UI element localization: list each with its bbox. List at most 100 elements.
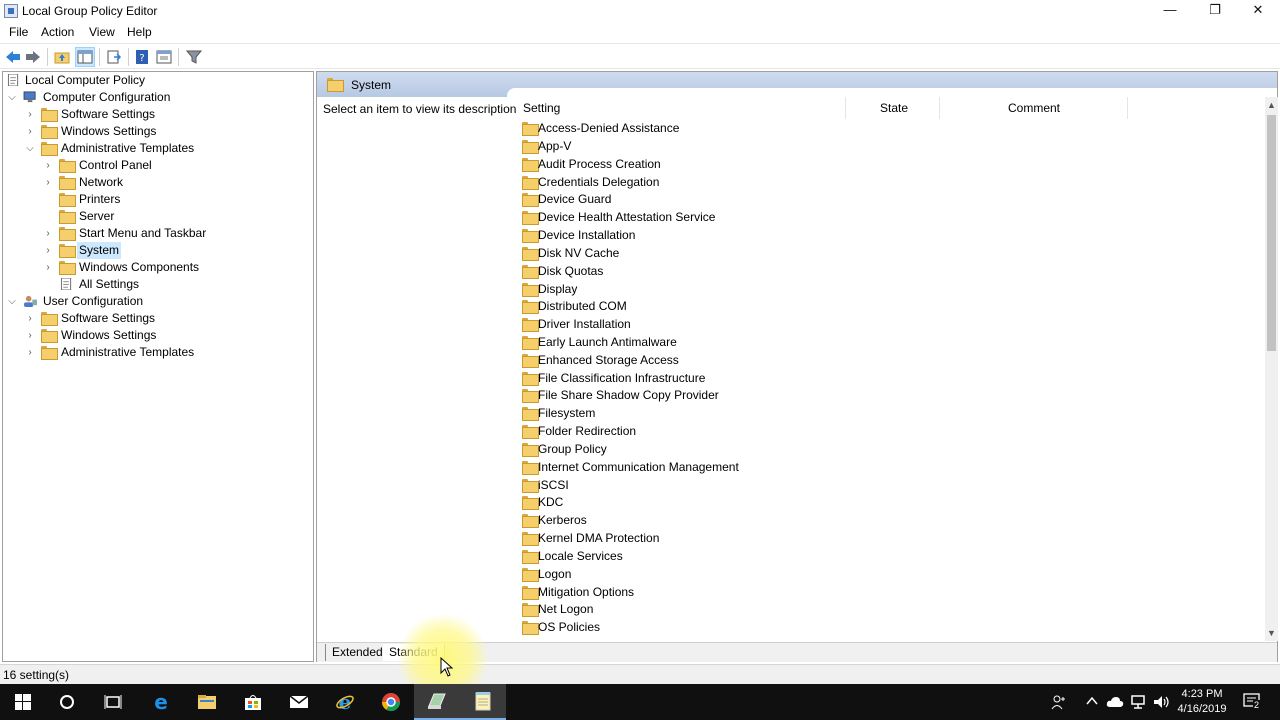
tree-item-user-configuration[interactable]: ⌵ User Configuration [3,293,313,310]
tree-item-control-panel[interactable]: › Control Panel [3,157,313,174]
help-icon[interactable]: ? [132,47,152,67]
cortana-icon[interactable] [44,684,90,720]
mmc-icon[interactable] [414,684,460,720]
title-bar: Local Group Policy Editor — ❐ ✕ [0,0,1280,22]
list-item-label: Disk Quotas [538,263,604,278]
back-icon[interactable] [3,47,23,67]
people-icon[interactable] [1051,694,1067,710]
list-item-label: Credentials Delegation [538,174,660,189]
task-view-icon[interactable] [90,684,136,720]
chevron-right-icon[interactable]: › [25,123,35,140]
folder-icon [522,318,539,333]
folder-icon [522,532,539,547]
tree-item-server[interactable]: Server [3,208,313,225]
chevron-up-icon[interactable] [1086,696,1098,706]
column-divider[interactable] [1127,97,1128,119]
tree-item-uc-software-settings[interactable]: › Software Settings [3,310,313,327]
start-icon[interactable] [0,684,46,720]
show-hide-tree-icon[interactable] [75,47,95,67]
svg-text:e: e [154,692,168,712]
tree-item-cc-administrative-templates[interactable]: ⌵ Administrative Templates [3,140,313,157]
tab-extended[interactable]: Extended [325,644,389,661]
notepad-icon[interactable] [460,684,506,720]
tree-item-uc-administrative-templates[interactable]: › Administrative Templates [3,344,313,361]
tree-pane: Local Computer Policy ⌵ Computer Configu… [2,71,314,662]
column-state[interactable]: State [880,101,908,115]
network-icon[interactable] [1130,694,1146,710]
scroll-thumb[interactable] [1267,115,1276,351]
folder-icon [522,353,539,368]
tree-item-system[interactable]: › System [3,242,313,259]
forward-icon[interactable] [23,47,43,67]
chevron-right-icon[interactable]: › [43,242,53,259]
column-divider[interactable] [939,97,940,119]
chrome-icon[interactable] [368,684,414,720]
tree-item-local-computer-policy[interactable]: Local Computer Policy [3,72,313,89]
chevron-right-icon[interactable]: › [43,225,53,242]
menu-help[interactable]: Help [127,25,152,39]
tree-item-start-menu-and-taskbar[interactable]: › Start Menu and Taskbar [3,225,313,242]
chevron-right-icon[interactable]: › [43,174,53,191]
app-icon [4,4,18,18]
folder-icon [41,108,58,122]
properties-icon[interactable] [154,47,174,67]
tree-item-computer-configuration[interactable]: ⌵ Computer Configuration [3,89,313,106]
folder-icon [522,157,539,172]
clock[interactable]: 4:23 PM 4/16/2019 [1166,687,1238,717]
tree-item-printers[interactable]: Printers [3,191,313,208]
tree-item-windows-components[interactable]: › Windows Components [3,259,313,276]
restore-button[interactable]: ❐ [1193,0,1237,22]
edge-icon[interactable]: e [138,684,184,720]
folder-icon [522,442,539,457]
chevron-right-icon[interactable]: › [25,344,35,361]
details-header-title: System [351,78,392,92]
vertical-scrollbar[interactable]: ▲ ▼ [1265,97,1278,641]
minimize-button[interactable]: — [1148,0,1192,22]
chevron-down-icon[interactable]: ⌵ [7,89,17,106]
folder-icon [522,282,539,297]
tree-item-network[interactable]: › Network [3,174,313,191]
chevron-right-icon[interactable]: › [25,327,35,344]
folder-icon [522,264,539,279]
chevron-right-icon[interactable]: › [25,310,35,327]
column-setting[interactable]: Setting [523,101,560,115]
folder-icon [522,139,539,154]
chevron-down-icon[interactable]: ⌵ [25,140,35,157]
header-edge [507,88,1277,97]
tab-standard[interactable]: Standard [383,644,445,661]
filter-icon[interactable] [184,47,204,67]
onedrive-icon[interactable] [1106,695,1124,709]
chevron-right-icon[interactable]: › [43,157,53,174]
chevron-right-icon[interactable]: › [43,259,53,276]
list-item-label: Internet Communication Management [538,459,739,474]
tree-item-uc-windows-settings[interactable]: › Windows Settings [3,327,313,344]
menu-action[interactable]: Action [41,25,74,39]
tree-item-cc-software-settings[interactable]: › Software Settings [3,106,313,123]
column-divider[interactable] [845,97,846,119]
menu-view[interactable]: View [89,25,115,39]
action-center-icon[interactable]: 2 [1243,692,1261,710]
store-icon[interactable] [230,684,276,720]
toolbar-separator [178,48,179,66]
scroll-up-icon[interactable]: ▲ [1265,99,1278,111]
scroll-down-icon[interactable]: ▼ [1265,627,1278,639]
column-comment[interactable]: Comment [1008,101,1060,115]
list-item-label: OS Policies [538,620,601,635]
tree-item-all-settings[interactable]: All Settings [3,276,313,293]
folder-icon [522,585,539,600]
menu-file[interactable]: File [9,25,28,39]
tree-item-cc-windows-settings[interactable]: › Windows Settings [3,123,313,140]
file-explorer-icon[interactable] [184,684,230,720]
chevron-down-icon[interactable]: ⌵ [7,293,17,310]
all-settings-icon [60,278,72,290]
internet-explorer-icon[interactable]: e [322,684,368,720]
chevron-right-icon[interactable]: › [25,106,35,123]
list-item-label: Audit Process Creation [538,156,661,171]
close-button[interactable]: ✕ [1236,0,1280,22]
mail-icon[interactable] [276,684,322,720]
up-folder-icon[interactable] [52,47,72,67]
list-item-label: Device Health Attestation Service [538,210,716,225]
list-item-label: Driver Installation [538,317,631,332]
export-list-icon[interactable] [104,47,124,67]
folder-icon [522,336,539,350]
